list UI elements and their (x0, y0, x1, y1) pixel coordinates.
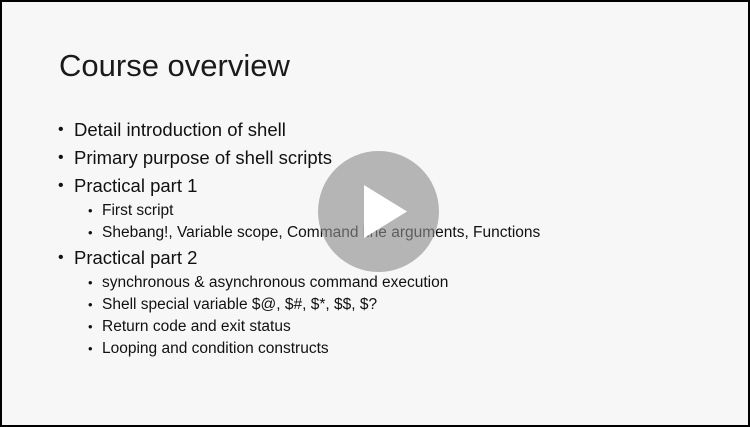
sub-bullet-group: First script Shebang!, Variable scope, C… (58, 200, 540, 244)
slide-title: Course overview (59, 48, 290, 83)
slide: Course overview Detail introduction of s… (2, 2, 748, 425)
sub-bullet-group: synchronous & asynchronous command execu… (58, 272, 540, 360)
video-player: Course overview Detail introduction of s… (0, 0, 750, 427)
bullet-list: Detail introduction of shell Primary pur… (58, 116, 540, 360)
sub-bullet-item: Looping and condition constructs (58, 338, 540, 360)
bullet-item: Primary purpose of shell scripts (58, 144, 540, 172)
bullet-item: Practical part 1 (58, 172, 540, 200)
sub-bullet-item: Return code and exit status (58, 316, 540, 338)
sub-bullet-item: Shebang!, Variable scope, Command line a… (58, 222, 540, 244)
play-button[interactable] (318, 151, 439, 272)
sub-bullet-item: Shell special variable $@, $#, $*, $$, $… (58, 294, 540, 316)
bullet-item: Detail introduction of shell (58, 116, 540, 144)
sub-bullet-item: First script (58, 200, 540, 222)
sub-bullet-item: synchronous & asynchronous command execu… (58, 272, 540, 294)
play-icon (364, 185, 407, 238)
bullet-item: Practical part 2 (58, 244, 540, 272)
